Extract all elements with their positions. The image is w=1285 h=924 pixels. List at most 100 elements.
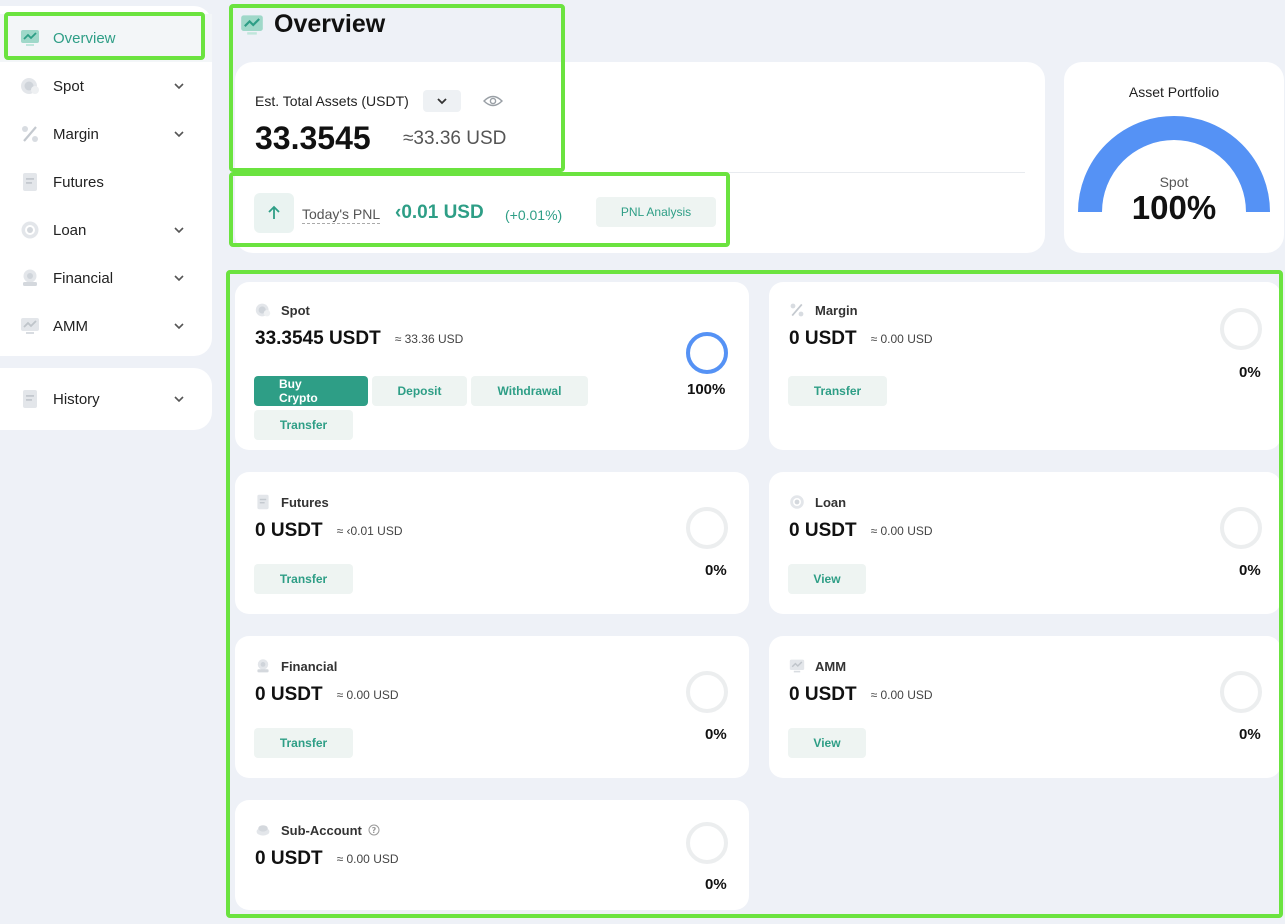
page-title-text: Overview (274, 10, 386, 38)
loan-icon (20, 220, 40, 240)
arrow-up-icon (254, 193, 294, 233)
history-doc-icon (20, 389, 40, 409)
account-name: Futures (255, 494, 329, 510)
spot-share-ring (686, 332, 728, 374)
account-actions: View (788, 564, 1128, 594)
sidebar-item-overview[interactable]: Overview (0, 14, 212, 62)
currency-dropdown-button[interactable] (422, 90, 461, 112)
total-assets-usd: ≈33.36 USD (403, 128, 507, 149)
account-value: 0 USDT ≈ 0.00 USD (789, 328, 933, 350)
account-name: Financial (255, 658, 337, 674)
sidebar-item-label: Overview (53, 29, 116, 47)
view-button[interactable]: View (788, 728, 866, 758)
overview-chart-icon (241, 14, 263, 35)
account-name-text: Loan (815, 494, 847, 510)
svg-text:?: ? (372, 826, 377, 835)
sidebar-item-history[interactable]: History (0, 375, 212, 423)
account-share-percent: 0% (705, 876, 727, 893)
deposit-button[interactable]: Deposit (372, 376, 467, 406)
todays-pnl-label[interactable]: Today's PNL (302, 206, 381, 224)
sidebar-item-amm[interactable]: AMM (0, 302, 212, 350)
account-usdt-value: 0 USDT (255, 684, 323, 705)
pnl-analysis-button[interactable]: PNL Analysis (596, 197, 716, 227)
account-value: 0 USDT ≈ 0.00 USD (789, 520, 933, 542)
ring-track (686, 507, 728, 549)
withdrawal-button[interactable]: Withdrawal (471, 376, 588, 406)
account-usdt-value: 0 USDT (789, 328, 857, 349)
account-usd-value: ≈ 0.00 USD (870, 331, 933, 346)
account-actions: Transfer (254, 728, 594, 758)
ring-track (1220, 308, 1262, 350)
account-value: 0 USDT ≈ 0.00 USD (255, 684, 399, 706)
account-usd-value: ≈ ‹0.01 USD (336, 523, 403, 538)
sidebar-item-label: Financial (53, 269, 114, 287)
buy-crypto-button[interactable]: Buy Crypto (254, 376, 368, 406)
account-share-percent: 0% (705, 726, 727, 743)
account-share-percent: 100% (687, 381, 726, 398)
account-name: AMM (789, 658, 846, 674)
est-label-text: Est. Total Assets (USDT) (255, 93, 409, 109)
help-circle-icon[interactable]: ? (368, 824, 380, 836)
ring-track (686, 671, 728, 713)
chevron-down-icon[interactable] (172, 392, 186, 406)
gauge-percent: 100% (1131, 189, 1217, 226)
account-name: Spot (255, 302, 310, 318)
sidebar-item-label: Margin (53, 125, 99, 143)
sidebar-item-spot[interactable]: Spot (0, 62, 212, 110)
account-usd-value: ≈ 0.00 USD (336, 687, 399, 702)
ring-track (1220, 671, 1262, 713)
amm-icon (789, 659, 805, 673)
account-usd-value: ≈ 0.00 USD (870, 523, 933, 538)
account-usdt-value: 0 USDT (789, 684, 857, 705)
financial-share-ring (686, 671, 728, 713)
overview-chart-icon (20, 28, 40, 48)
account-value: 33.3545 USDT ≈ 33.36 USD (255, 328, 463, 350)
sidebar-item-financial[interactable]: Financial (0, 254, 212, 302)
asset-portfolio-title: Asset Portfolio (1128, 84, 1220, 100)
chevron-down-icon[interactable] (172, 79, 186, 93)
account-actions: Transfer (254, 564, 594, 594)
sidebar-item-loan[interactable]: Loan (0, 206, 212, 254)
financial-icon (20, 268, 40, 288)
account-usdt-value: 0 USDT (789, 520, 857, 541)
account-value: 0 USDT ≈ 0.00 USD (255, 848, 399, 870)
page-title: Overview (240, 10, 385, 39)
spot-coin-icon (20, 76, 40, 96)
chevron-down-icon[interactable] (172, 127, 186, 141)
transfer-button[interactable]: Transfer (254, 728, 353, 758)
view-button[interactable]: View (788, 564, 866, 594)
account-usd-value: ≈ 0.00 USD (870, 687, 933, 702)
account-name-text: Spot (281, 302, 310, 318)
amm-share-ring (1220, 671, 1262, 713)
loan-icon (790, 495, 804, 509)
account-actions: Transfer (788, 376, 1128, 406)
margin-share-ring (1220, 308, 1262, 350)
account-actions: Buy Crypto Deposit Withdrawal Transfer (254, 376, 594, 440)
spot-account-card: Spot 33.3545 USDT ≈ 33.36 USD Buy Crypto … (235, 282, 749, 450)
chevron-down-icon[interactable] (172, 271, 186, 285)
account-name-text: AMM (815, 658, 847, 674)
divider (255, 172, 1025, 173)
sidebar-history-card: History (0, 368, 212, 430)
account-share-percent: 0% (1239, 726, 1261, 743)
margin-account-card: Margin 0 USDT ≈ 0.00 USD Transfer 0% (769, 282, 1281, 450)
account-share-percent: 0% (1239, 364, 1261, 381)
sub-account-share-ring (686, 822, 728, 864)
chevron-down-icon[interactable] (172, 223, 186, 237)
asset-portfolio-card: Asset Portfolio Spot 100% (1064, 62, 1284, 253)
chevron-down-icon[interactable] (172, 319, 186, 333)
sidebar-item-label: Loan (53, 221, 87, 239)
sidebar-item-futures[interactable]: Futures (0, 158, 212, 206)
amm-icon (20, 316, 40, 336)
account-usdt-value: 33.3545 USDT (255, 328, 381, 349)
transfer-button[interactable]: Transfer (788, 376, 887, 406)
eye-icon[interactable] (482, 94, 503, 108)
transfer-button[interactable]: Transfer (254, 410, 353, 440)
sub-account-icon (256, 825, 270, 836)
sidebar-item-margin[interactable]: Margin (0, 110, 212, 158)
account-value: 0 USDT ≈ ‹0.01 USD (255, 520, 403, 542)
account-name-text: Sub-Account (281, 822, 362, 838)
margin-percent-icon (790, 303, 804, 317)
transfer-button[interactable]: Transfer (254, 564, 353, 594)
account-usd-value: ≈ 33.36 USD (394, 331, 464, 346)
